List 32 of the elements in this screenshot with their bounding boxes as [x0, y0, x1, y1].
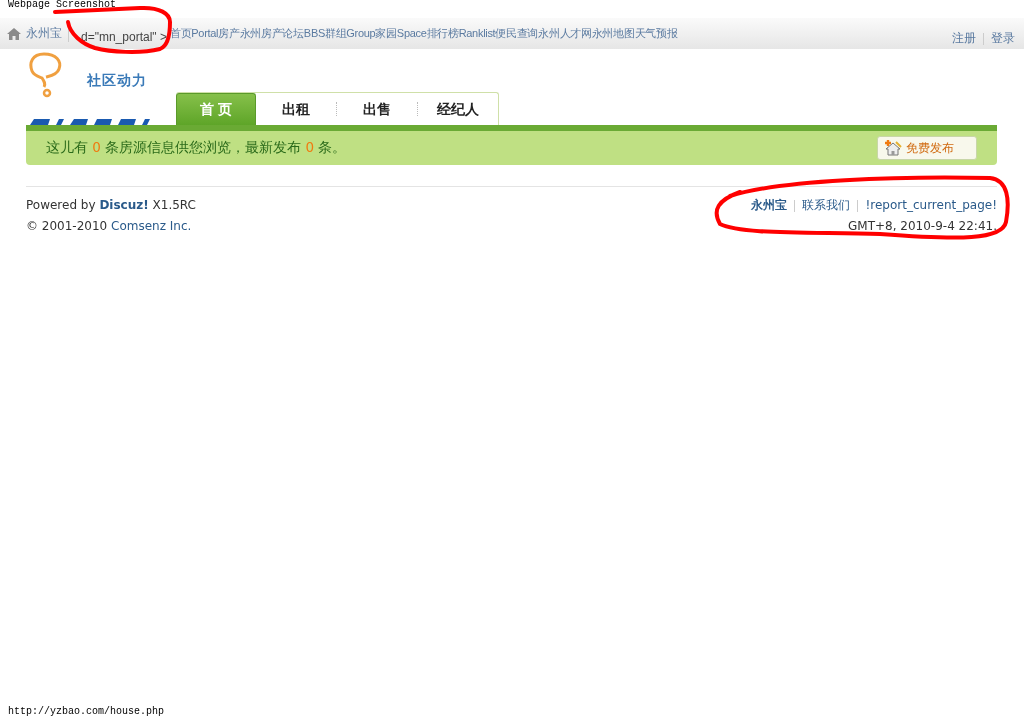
account-link[interactable]: 注册	[952, 30, 976, 47]
powered-by-text: Powered by Discuz! X1.5RC	[26, 197, 196, 214]
capture-title: Webpage Screenshot	[7, 0, 118, 12]
copyright-text: © 2001-2010	[26, 219, 108, 233]
breadcrumb-text: d="mn_portal" >	[81, 29, 167, 44]
nav-link[interactable]: 便民查询	[495, 26, 539, 41]
nav-link[interactable]: 天气预报	[634, 26, 678, 41]
nav-link[interactable]: 排行榜Ranklist	[426, 26, 496, 41]
tab[interactable]: 首 页	[176, 93, 256, 125]
account-link[interactable]: 登录	[991, 30, 1015, 47]
home-icon	[6, 26, 22, 41]
house-plus-icon	[884, 140, 902, 156]
nav-link[interactable]: 永州人才网	[538, 26, 592, 41]
notice-text: 这儿有 0 条房源信息供您浏览，最新发布 0 条。	[46, 139, 347, 157]
tab[interactable]: 出售	[337, 95, 417, 125]
nav-link[interactable]: 首页Portal	[169, 26, 219, 41]
nav-link[interactable]: 家园Space	[375, 26, 427, 41]
footer-link[interactable]: 联系我们	[802, 195, 851, 216]
tab[interactable]: 经纪人	[418, 95, 498, 125]
nav-link[interactable]: 永州房产论坛BBS	[239, 26, 325, 41]
company-link[interactable]: Comsenz Inc.	[111, 219, 192, 233]
footer-link[interactable]: !report_current_page!	[865, 195, 997, 216]
nav-link[interactable]: 房产	[218, 26, 240, 41]
site-link[interactable]: 永州宝	[26, 25, 62, 42]
tab[interactable]: 出租	[256, 95, 336, 125]
nav-link[interactable]: 永州地图	[591, 26, 635, 41]
logo-tagline: 社区动力	[87, 72, 147, 90]
status-url: http://yzbao.com/house.php	[8, 706, 165, 717]
timestamp: GMT+8, 2010-9-4 22:41.	[847, 218, 997, 235]
post-button[interactable]: 免费发布	[877, 136, 977, 160]
nav-link[interactable]: 群组Group	[324, 26, 376, 41]
footer-link[interactable]: 永州宝	[751, 195, 788, 216]
